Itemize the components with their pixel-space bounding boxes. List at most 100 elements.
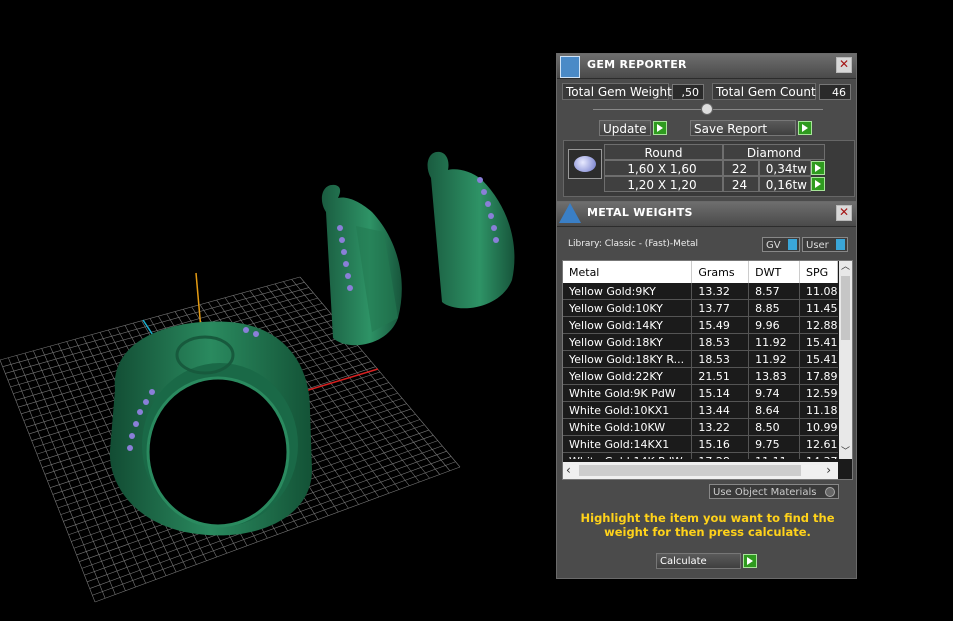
scroll-left-icon[interactable]: ‹ bbox=[566, 463, 571, 477]
table-cell: 8.85 bbox=[748, 299, 800, 317]
gem-reporter-panel: GEM REPORTER ✕ Total Gem Weight ,50 Tota… bbox=[556, 53, 857, 203]
table-row[interactable]: Yellow Gold:22KY 21.51 13.83 17.89 bbox=[563, 367, 838, 385]
earring-right[interactable] bbox=[427, 151, 515, 309]
table-cell: 17.28 bbox=[691, 452, 749, 459]
metal-weights-titlebar[interactable]: METAL WEIGHTS ✕ bbox=[557, 202, 856, 227]
table-row[interactable]: Yellow Gold:9KY 13.32 8.57 11.08 bbox=[563, 283, 838, 300]
table-cell: 15.41 bbox=[798, 333, 838, 351]
table-cell: White Gold:10KX1 bbox=[563, 401, 692, 419]
save-report-play-icon[interactable] bbox=[798, 121, 812, 135]
table-cell: 8.57 bbox=[748, 283, 800, 300]
table-cell: 13.83 bbox=[748, 367, 800, 385]
diamond-gem-icon bbox=[568, 149, 602, 179]
column-header-dwt[interactable]: DWT bbox=[748, 261, 800, 283]
table-row[interactable]: White Gold:10KX1 13.44 8.64 11.18 bbox=[563, 401, 838, 419]
table-cell: 9.75 bbox=[748, 435, 800, 453]
ring-band[interactable] bbox=[109, 321, 313, 536]
gem-reporter-close-icon[interactable]: ✕ bbox=[836, 57, 852, 73]
metal-table: Metal Grams DWT SPG Yellow Gold:9KY 13.32 8.5… bbox=[563, 261, 838, 459]
gem-size-cell: 1,60 X 1,60 bbox=[604, 160, 723, 176]
save-report-button[interactable]: Save Report bbox=[690, 120, 796, 136]
metal-weights-close-icon[interactable]: ✕ bbox=[836, 205, 852, 221]
gem-reporter-titlebar[interactable]: GEM REPORTER ✕ bbox=[557, 54, 856, 79]
gem-count-cell: 24 bbox=[723, 176, 759, 192]
vertical-scroll-thumb[interactable] bbox=[841, 276, 850, 340]
column-header-spg[interactable]: SPG bbox=[799, 261, 838, 283]
horizontal-scrollbar[interactable]: ‹ › bbox=[563, 462, 838, 479]
table-cell: 12.61 bbox=[798, 435, 838, 453]
table-row[interactable]: White Gold:10KW 13.22 8.50 10.99 bbox=[563, 418, 838, 436]
scroll-up-icon[interactable]: ︿ bbox=[839, 261, 852, 274]
table-cell: White Gold:10KW bbox=[563, 418, 692, 436]
table-cell: White Gold:9K PdW bbox=[563, 384, 692, 402]
library-label: Library: Classic - (Fast)-Metal bbox=[568, 239, 699, 249]
column-header-grams[interactable]: Grams bbox=[691, 261, 750, 283]
table-cell: Yellow Gold:9KY bbox=[563, 283, 692, 300]
table-cell: 12.59 bbox=[798, 384, 838, 402]
3d-viewport[interactable] bbox=[0, 0, 555, 621]
horizontal-scroll-thumb[interactable] bbox=[579, 465, 801, 476]
scroll-right-icon[interactable]: › bbox=[826, 463, 831, 477]
table-cell: 15.41 bbox=[798, 350, 838, 368]
table-cell: 13.77 bbox=[691, 299, 749, 317]
table-row[interactable]: White Gold:9K PdW 15.14 9.74 12.59 bbox=[563, 384, 838, 402]
column-header-metal[interactable]: Metal bbox=[563, 261, 693, 283]
update-play-icon[interactable] bbox=[653, 121, 667, 135]
table-row[interactable]: Yellow Gold:18KY 18.53 11.92 15.41 bbox=[563, 333, 838, 351]
vertical-scrollbar[interactable]: ︿ ﹀ bbox=[839, 261, 852, 459]
radio-icon[interactable] bbox=[825, 487, 835, 497]
table-cell: 11.18 bbox=[798, 401, 838, 419]
gem-row-play-icon[interactable] bbox=[811, 161, 825, 175]
gem-material-header: Diamond bbox=[723, 144, 825, 160]
earring-left[interactable] bbox=[321, 184, 402, 346]
gem-row-play-icon[interactable] bbox=[811, 177, 825, 191]
table-cell: 8.50 bbox=[748, 418, 800, 436]
table-cell: 10.99 bbox=[798, 418, 838, 436]
table-row[interactable]: Yellow Gold:18KY R... 18.53 11.92 15.41 bbox=[563, 350, 838, 368]
scroll-down-icon[interactable]: ﹀ bbox=[839, 446, 852, 459]
gv-label: GV bbox=[766, 240, 781, 251]
gem-weight-cell: 0,16tw bbox=[759, 176, 811, 192]
splitter-handle-icon[interactable] bbox=[701, 103, 713, 115]
table-cell: 18.53 bbox=[691, 350, 749, 368]
metal-weights-icon bbox=[559, 203, 581, 223]
table-row[interactable]: Yellow Gold:10KY 13.77 8.85 11.45 bbox=[563, 299, 838, 317]
table-cell: Yellow Gold:18KY R... bbox=[563, 350, 692, 368]
metal-weights-panel: METAL WEIGHTS ✕ Library: Classic - (Fast… bbox=[556, 201, 857, 579]
table-cell: Yellow Gold:10KY bbox=[563, 299, 692, 317]
table-cell: 15.14 bbox=[691, 384, 749, 402]
user-switch-icon[interactable] bbox=[836, 239, 845, 250]
user-toggle[interactable]: User bbox=[802, 237, 848, 252]
gem-shape-header: Round bbox=[604, 144, 723, 160]
table-row[interactable]: White Gold:14KX1 15.16 9.75 12.61 bbox=[563, 435, 838, 453]
gem-reporter-icon bbox=[560, 56, 580, 78]
calculate-button[interactable]: Calculate bbox=[656, 553, 741, 569]
metal-list[interactable]: Metal Grams DWT SPG Yellow Gold:9KY 13.32 8.5… bbox=[562, 260, 853, 480]
total-gem-count-label: Total Gem Count bbox=[712, 83, 816, 100]
table-cell: White Gold:14K PdW bbox=[563, 452, 692, 459]
table-cell: 12.88 bbox=[798, 316, 838, 334]
gem-table: Round Diamond 1,60 X 1,60 22 0,34tw 1,20 X … bbox=[563, 140, 855, 197]
table-cell: 14.37 bbox=[798, 452, 838, 459]
instruction-text: Highlight the item you want to find the … bbox=[580, 511, 835, 539]
table-cell: 9.74 bbox=[748, 384, 800, 402]
gv-toggle[interactable]: GV bbox=[762, 237, 800, 252]
update-button[interactable]: Update bbox=[599, 120, 651, 136]
table-cell: Yellow Gold:18KY bbox=[563, 333, 692, 351]
calculate-play-icon[interactable] bbox=[743, 554, 757, 568]
metal-weights-title: METAL WEIGHTS bbox=[587, 206, 693, 219]
gem-reporter-title: GEM REPORTER bbox=[587, 58, 687, 71]
table-row[interactable]: White Gold:14K PdW17.2811.1114.37 bbox=[563, 452, 838, 459]
use-object-materials-toggle[interactable]: Use Object Materials bbox=[709, 484, 839, 499]
table-cell: 17.89 bbox=[798, 367, 838, 385]
table-cell: 11.92 bbox=[748, 350, 800, 368]
table-cell: 11.08 bbox=[798, 283, 838, 300]
table-cell: 21.51 bbox=[691, 367, 749, 385]
user-label: User bbox=[806, 240, 829, 251]
table-cell: 15.49 bbox=[691, 316, 749, 334]
table-cell: 9.96 bbox=[748, 316, 800, 334]
gv-switch-icon[interactable] bbox=[788, 239, 797, 250]
table-cell: 11.45 bbox=[798, 299, 838, 317]
table-row[interactable]: Yellow Gold:14KY 15.49 9.96 12.88 bbox=[563, 316, 838, 334]
gem-count-cell: 22 bbox=[723, 160, 759, 176]
